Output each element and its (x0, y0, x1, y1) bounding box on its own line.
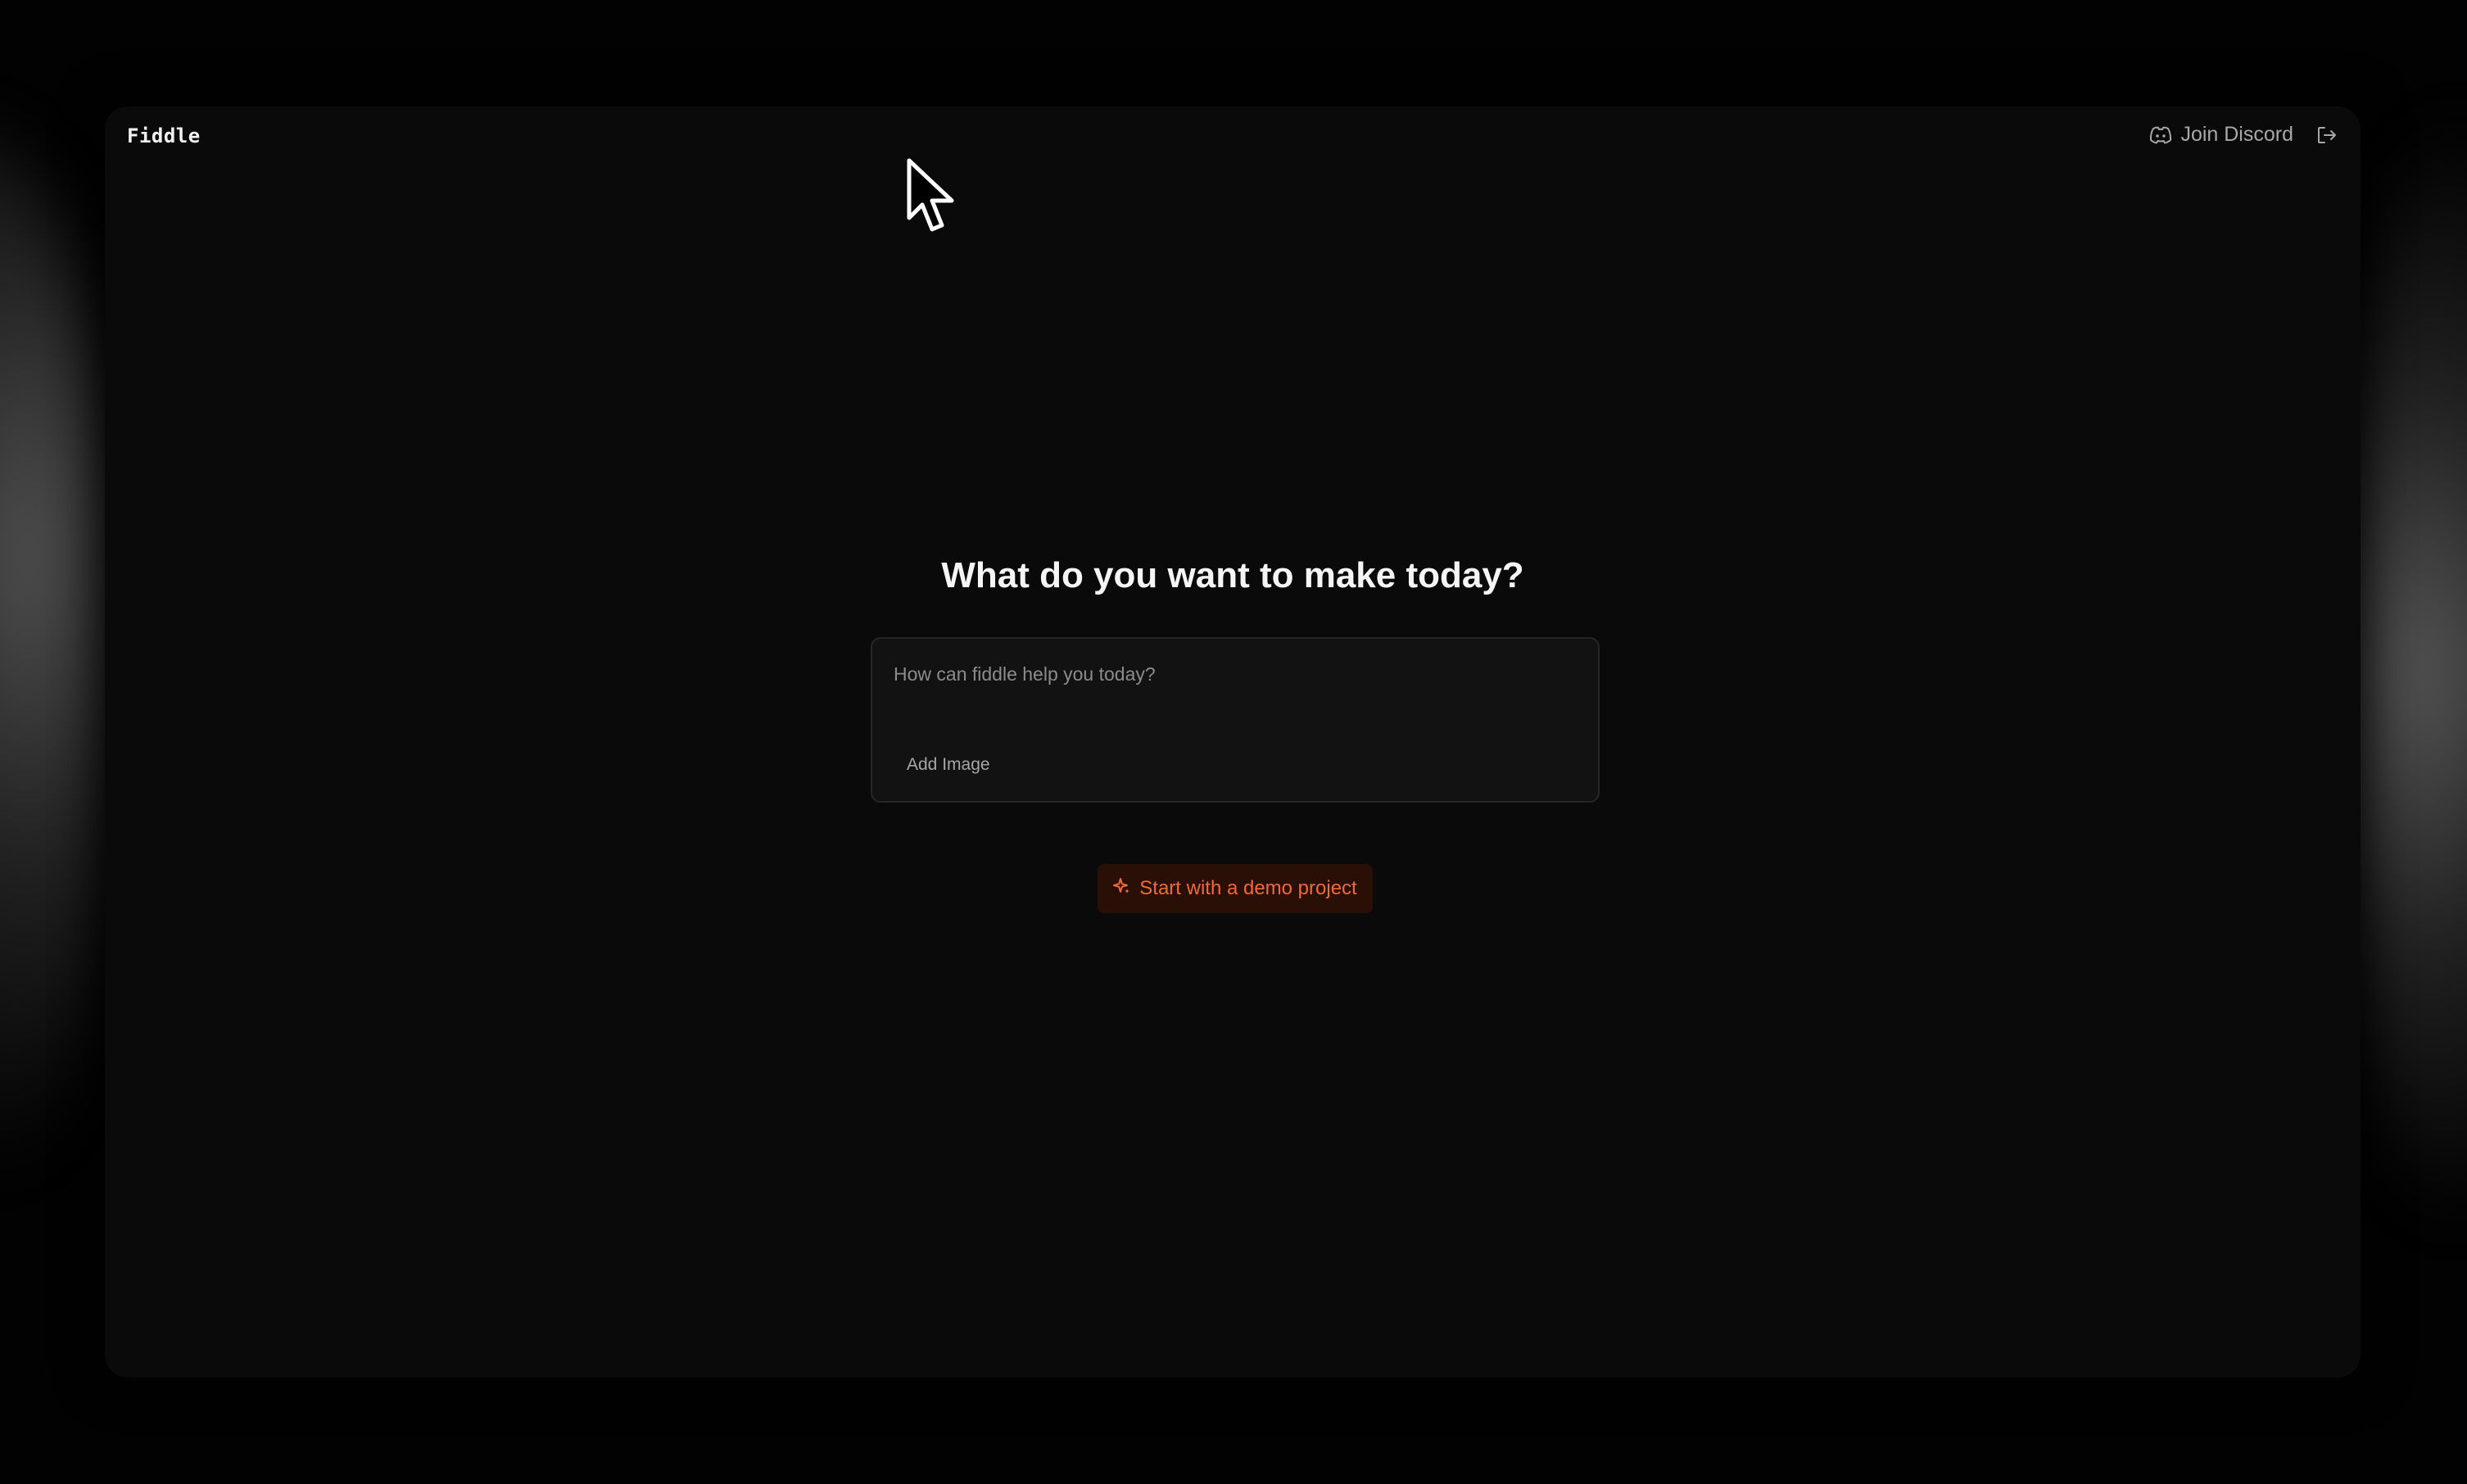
logout-icon (2316, 125, 2338, 145)
desktop: Fiddle Join Discord What do you want to … (0, 0, 2467, 1484)
discord-icon (2149, 126, 2172, 144)
demo-project-label: Start with a demo project (1139, 877, 1357, 899)
add-image-button[interactable]: Add Image (907, 755, 990, 775)
demo-project-button[interactable]: Start with a demo project (1098, 864, 1373, 913)
page-headline: What do you want to make today? (941, 555, 1524, 595)
app-window: Fiddle Join Discord What do you want to … (105, 106, 2361, 1378)
join-discord-label: Join Discord (2180, 123, 2293, 146)
join-discord-link[interactable]: Join Discord (2149, 123, 2293, 147)
prompt-box[interactable]: Add Image (871, 637, 1600, 803)
sparkle-icon (1113, 877, 1131, 901)
prompt-input[interactable] (892, 657, 1583, 691)
mouse-cursor-icon (906, 157, 958, 240)
brand-logo[interactable]: Fiddle (127, 124, 201, 147)
header-actions: Join Discord (2149, 123, 2338, 147)
logout-button[interactable] (2316, 125, 2338, 145)
